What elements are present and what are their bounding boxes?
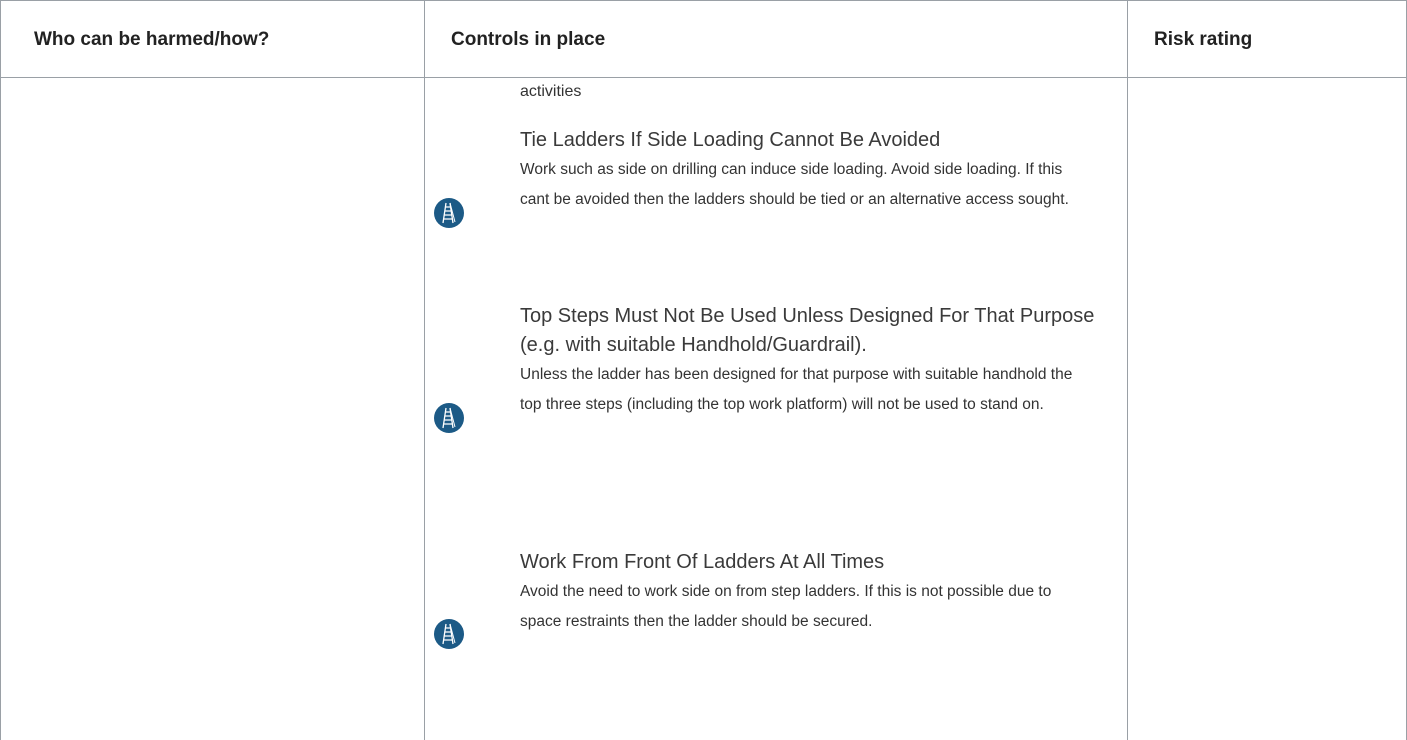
control-description: Avoid the need to work side on from step… xyxy=(520,583,1052,630)
risk-assessment-table: Who can be harmed/how? Controls in place… xyxy=(0,0,1407,740)
who-can-be-harmed-cell xyxy=(1,78,424,740)
ladder-icon xyxy=(434,619,464,649)
control-text: Top Steps Must Not Be Used Unless Design… xyxy=(520,302,1095,420)
control-title: Top Steps Must Not Be Used Unless Design… xyxy=(520,305,1095,356)
header-controls-in-place: Controls in place xyxy=(424,1,1127,78)
control-item: Work From Front Of Ladders At All Times … xyxy=(425,548,1127,698)
control-title: Work From Front Of Ladders At All Times xyxy=(520,551,885,573)
controls-cell: activities Tie Ladders If Side Loading C… xyxy=(424,78,1127,740)
ladder-icon xyxy=(434,198,464,228)
control-title: Tie Ladders If Side Loading Cannot Be Av… xyxy=(520,129,941,151)
risk-rating-cell xyxy=(1127,78,1406,740)
header-risk-rating: Risk rating xyxy=(1127,1,1406,78)
table-row: activities Tie Ladders If Side Loading C… xyxy=(1,78,1406,740)
control-item: Tie Ladders If Side Loading Cannot Be Av… xyxy=(425,126,1127,276)
control-item: Top Steps Must Not Be Used Unless Design… xyxy=(425,302,1127,532)
header-who-can-be-harmed: Who can be harmed/how? xyxy=(34,28,270,50)
continued-text: activities xyxy=(520,83,582,100)
ladder-icon xyxy=(434,403,464,433)
control-text: Tie Ladders If Side Loading Cannot Be Av… xyxy=(520,126,1095,215)
table-header-row: Who can be harmed/how? Controls in place… xyxy=(1,0,1406,78)
control-description: Work such as side on drilling can induce… xyxy=(520,161,1069,208)
control-text: Work From Front Of Ladders At All Times … xyxy=(520,548,1095,637)
control-description: Unless the ladder has been designed for … xyxy=(520,366,1073,413)
